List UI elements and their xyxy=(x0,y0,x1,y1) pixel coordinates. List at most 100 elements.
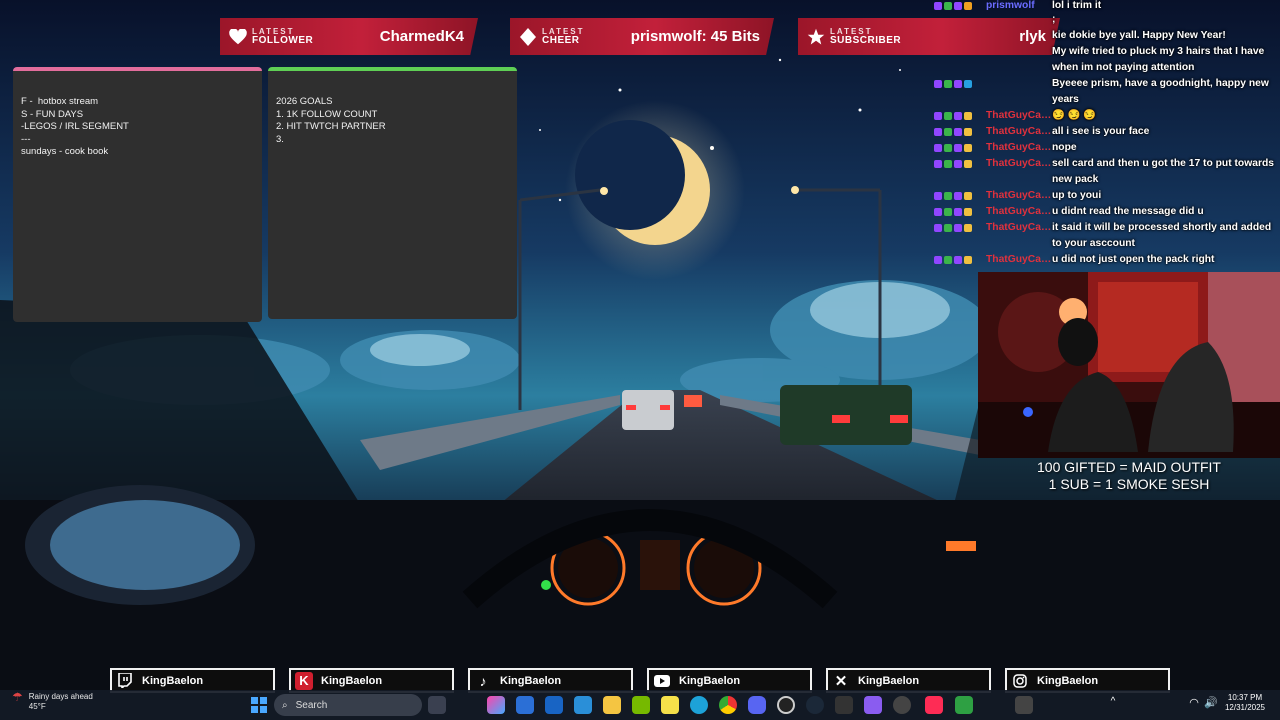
chat-message: Byeeee prism, have a goodnight, happy ne… xyxy=(930,76,1280,108)
chat-message: ; xyxy=(930,12,1280,28)
stream-overlay: LATEST FOLLOWER CharmedK4 LATEST CHEER p… xyxy=(0,0,1280,720)
chat-badges xyxy=(930,252,986,268)
chat-username[interactable]: ThatGuyCal... xyxy=(986,140,1052,156)
chat-text: ; xyxy=(1052,14,1056,25)
xbox-icon[interactable] xyxy=(955,696,973,714)
chat-message: kie dokie bye yall. Happy New Year! xyxy=(930,28,1280,44)
wifi-icon[interactable]: ◠ xyxy=(1185,696,1203,714)
chat-username[interactable]: ThatGuyCal... xyxy=(986,156,1052,188)
schedule-note: F - hotbox stream S - FUN DAYS -LEGOS / … xyxy=(13,67,262,322)
discord-icon[interactable] xyxy=(748,696,766,714)
chat-text: 😏 😏 😏 xyxy=(1052,108,1274,124)
chat-username[interactable]: ThatGuyCal... xyxy=(986,188,1052,204)
chat-text: Byeeee prism, have a goodnight, happy ne… xyxy=(1052,78,1269,105)
clock-date: 12/31/2025 xyxy=(1224,703,1266,712)
chat-message: My wife tried to pluck my 3 hairs that I… xyxy=(930,44,1280,76)
file-explorer-icon[interactable] xyxy=(603,696,621,714)
alert-type: SUBSCRIBER xyxy=(830,34,902,46)
chat-message: ThatGuyCal... all i see is your face xyxy=(930,124,1280,140)
chat-message: ThatGuyCal... sell card and then u got t… xyxy=(930,156,1280,188)
search-icon: ⌕ xyxy=(282,699,288,711)
chat-message: ThatGuyCal... up to youi xyxy=(930,188,1280,204)
chat-username[interactable]: ThatGuyCal... xyxy=(986,108,1052,124)
chat-username[interactable] xyxy=(986,76,1052,108)
youtube-icon xyxy=(653,672,671,690)
chat-badges xyxy=(930,204,986,220)
social-handle: KingBaelon xyxy=(500,674,562,687)
app-icon[interactable] xyxy=(864,696,882,714)
chat-text: it said it will be processed shortly and… xyxy=(1052,222,1272,249)
sticky-notes-icon[interactable] xyxy=(661,696,679,714)
chat-username[interactable]: ThatGuyCal... xyxy=(986,220,1052,252)
edge-icon[interactable] xyxy=(690,696,708,714)
chat-text: nope xyxy=(1052,142,1077,153)
taskbar-clock[interactable]: 10:37 PM 12/31/2025 xyxy=(1220,693,1270,713)
chat-message: ThatGuyCal... nope xyxy=(930,140,1280,156)
search-placeholder: Search xyxy=(295,699,328,711)
chat-badges xyxy=(930,220,986,236)
twitch-icon xyxy=(116,672,134,690)
photos-icon[interactable] xyxy=(574,696,592,714)
app-icon[interactable] xyxy=(893,696,911,714)
weather-widget[interactable]: ☂ Rainy days ahead 45°F xyxy=(12,690,93,712)
taskbar-search[interactable]: ⌕ Search xyxy=(274,694,422,716)
chat-message: ThatGuyCal... 😏 😏 😏 xyxy=(930,108,1280,124)
chat-badges xyxy=(930,140,986,156)
goals-note: 2026 GOALS 1. 1K FOLLOW COUNT 2. HIT TWT… xyxy=(268,67,517,319)
outlook-icon[interactable] xyxy=(545,696,563,714)
webcam-feed xyxy=(978,272,1280,458)
chat-text: sell card and then u got the 17 to put t… xyxy=(1052,158,1274,185)
chat-username[interactable] xyxy=(986,44,1052,76)
nvidia-icon[interactable] xyxy=(632,696,650,714)
cam-goal-line-1: 100 GIFTED = MAID OUTFIT xyxy=(1037,459,1221,475)
cam-goal-line-2: 1 SUB = 1 SMOKE SESH xyxy=(1048,476,1210,492)
chrome-icon[interactable] xyxy=(719,696,737,714)
app-icon[interactable] xyxy=(1015,696,1033,714)
chat-message: ThatGuyCal... u didnt read the message d… xyxy=(930,204,1280,220)
copilot-icon[interactable] xyxy=(487,696,505,714)
chat-username[interactable]: ThatGuyCal... xyxy=(986,124,1052,140)
instagram-icon xyxy=(1011,672,1029,690)
chat-username[interactable]: ThatGuyCal... xyxy=(986,204,1052,220)
chat-message: ThatGuyCal... u did not just open the pa… xyxy=(930,252,1280,268)
obs-icon[interactable] xyxy=(777,696,795,714)
x-icon: ✕ xyxy=(834,672,848,690)
social-handle: KingBaelon xyxy=(679,674,741,687)
chat-username[interactable] xyxy=(986,12,1052,28)
volume-icon[interactable]: 🔊 xyxy=(1202,696,1220,714)
note-line: 3. xyxy=(276,133,284,145)
store-icon[interactable] xyxy=(516,696,534,714)
kick-icon: K xyxy=(295,671,313,690)
note-line: --- xyxy=(21,133,31,145)
tiktok-icon: ♪ xyxy=(479,672,487,689)
epic-games-icon[interactable] xyxy=(835,696,853,714)
latest-cheer-banner: LATEST CHEER prismwolf: 45 Bits xyxy=(510,18,774,55)
task-view-icon[interactable] xyxy=(428,696,446,714)
social-handle: KingBaelon xyxy=(1037,674,1099,687)
alert-tag: LATEST xyxy=(252,26,295,36)
alert-value: CharmedK4 xyxy=(379,28,464,45)
chat-text: all i see is your face xyxy=(1052,126,1150,137)
weather-title: Rainy days ahead xyxy=(28,692,93,701)
social-handle: KingBaelon xyxy=(858,674,920,687)
windows-start-icon[interactable] xyxy=(250,696,268,714)
chat-badges xyxy=(930,156,986,172)
chat-text: kie dokie bye yall. Happy New Year! xyxy=(1052,30,1226,41)
heart-icon xyxy=(228,27,248,47)
latest-follower-banner: LATEST FOLLOWER CharmedK4 xyxy=(220,18,478,55)
chat-text: My wife tried to pluck my 3 hairs that I… xyxy=(1052,46,1265,73)
social-handle: KingBaelon xyxy=(142,674,204,687)
note-line: F - hotbox stream xyxy=(21,96,99,107)
chat-username[interactable] xyxy=(986,28,1052,44)
tray-chevron-icon[interactable]: ^ xyxy=(1104,696,1122,714)
chat-text: up to youi xyxy=(1052,190,1102,201)
steam-icon[interactable] xyxy=(806,696,824,714)
tiktok-studio-icon[interactable] xyxy=(925,696,943,714)
chat-badges xyxy=(930,108,986,124)
chat-username[interactable]: ThatGuyCal... xyxy=(986,252,1052,268)
emote-icon: 😏 😏 😏 xyxy=(1052,110,1097,121)
star-icon xyxy=(806,27,826,47)
chat-badges xyxy=(930,124,986,140)
clock-time: 10:37 PM xyxy=(1227,693,1263,702)
rain-cloud-icon: ☂ xyxy=(12,690,23,704)
